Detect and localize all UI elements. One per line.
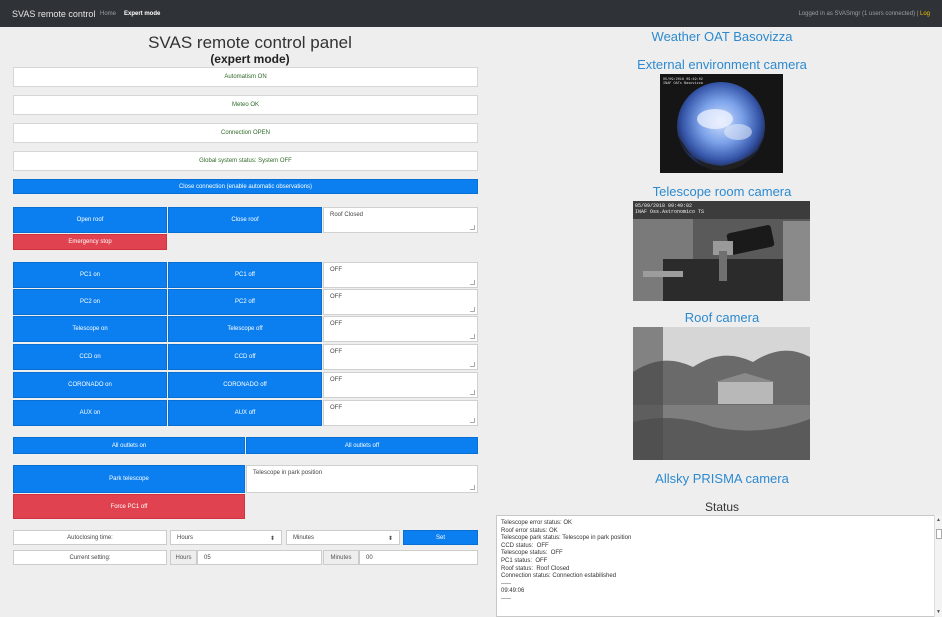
status-line: CCD status: OFF xyxy=(501,542,549,549)
page-subtitle: (expert mode) xyxy=(210,52,290,66)
open-roof-button[interactable]: Open roof xyxy=(13,207,167,233)
status-line: PC1 status: OFF xyxy=(501,557,548,564)
status-log[interactable]: Telescope error status: OK Roof error st… xyxy=(496,515,942,617)
aux-off-button[interactable]: AUX off xyxy=(168,400,322,426)
minutes-current-input[interactable]: 00 xyxy=(359,550,478,565)
ccd-status-field[interactable]: OFF xyxy=(323,344,478,370)
navbar: SVAS remote control Home Expert mode Log… xyxy=(0,0,942,27)
pc1-status-field[interactable]: OFF xyxy=(323,262,478,288)
pc2-on-button[interactable]: PC2 on xyxy=(13,289,167,315)
status-line: Telescope status: OFF xyxy=(501,550,563,557)
scrollbar-thumb[interactable] xyxy=(936,529,942,539)
status-line: Connection status: Connection estabilish… xyxy=(501,573,617,580)
allsky-camera-title[interactable]: Allsky PRISMA camera xyxy=(622,471,822,486)
hours-current-input[interactable]: 05 xyxy=(197,550,322,565)
status-line: ----- xyxy=(501,595,511,602)
external-camera-image[interactable]: 05/09/2018 09:49:02 INAF OATs Basovizza xyxy=(660,74,783,173)
external-overlay-2: INAF OATs Basovizza xyxy=(663,81,703,86)
roof-camera-image[interactable] xyxy=(633,327,810,460)
current-setting-label: Current setting: xyxy=(13,550,167,565)
telescope-off-button[interactable]: Telescope off xyxy=(168,316,322,342)
scroll-up-icon[interactable]: ▲ xyxy=(936,517,941,523)
connection-status: Connection OPEN xyxy=(13,123,478,143)
aux-status-field[interactable]: OFF xyxy=(323,400,478,426)
hours-addon: Hours xyxy=(170,550,197,565)
coronado-status-field[interactable]: OFF xyxy=(323,372,478,398)
coronado-off-button[interactable]: CORONADO off xyxy=(168,372,322,398)
hours-select[interactable]: Hours ⬍ xyxy=(170,530,282,545)
park-telescope-button[interactable]: Park telescope xyxy=(13,465,245,493)
all-outlets-on-button[interactable]: All outlets on xyxy=(13,437,245,454)
coronado-on-button[interactable]: CORONADO on xyxy=(13,372,167,398)
login-status: Logged in as SVASmgr (1 users connected)… xyxy=(798,11,930,17)
pc2-status-field[interactable]: OFF xyxy=(323,289,478,315)
telescope-room-image[interactable]: 05/09/2018 09:49:02 INAF Oss.Astronomico… xyxy=(633,201,810,301)
all-outlets-off-button[interactable]: All outlets off xyxy=(246,437,478,454)
ccd-on-button[interactable]: CCD on xyxy=(13,344,167,370)
minutes-addon: Minutes xyxy=(323,550,359,565)
ccd-off-button[interactable]: CCD off xyxy=(168,344,322,370)
roof-photo xyxy=(633,327,810,460)
scroll-down-icon[interactable]: ▼ xyxy=(936,609,941,615)
set-button[interactable]: Set xyxy=(403,530,478,545)
force-pc1-off-button[interactable]: Force PC1 off xyxy=(13,494,245,519)
status-title: Status xyxy=(704,500,740,514)
global-status: Global system status: System OFF xyxy=(13,151,478,171)
telescope-on-button[interactable]: Telescope on xyxy=(13,316,167,342)
emergency-stop-button[interactable]: Emergency stop xyxy=(13,234,167,250)
external-camera-title[interactable]: External environment camera xyxy=(622,57,822,72)
fisheye-sky-image: 05/09/2018 09:49:02 INAF OATs Basovizza xyxy=(663,77,765,171)
roof-status-field[interactable]: Roof Closed xyxy=(323,207,478,233)
nav-brand[interactable]: SVAS remote control xyxy=(12,9,95,19)
meteo-status: Meteo OK xyxy=(13,95,478,115)
pc1-on-button[interactable]: PC1 on xyxy=(13,262,167,288)
nav-expert-link[interactable]: Expert mode xyxy=(124,11,160,17)
roof-camera-title[interactable]: Roof camera xyxy=(622,310,822,325)
telescope-status-field[interactable]: OFF xyxy=(323,316,478,342)
tel-overlay-2: INAF Oss.Astronomico TS xyxy=(635,209,704,215)
logout-link[interactable]: Log xyxy=(920,11,930,17)
telescope-room-photo: 05/09/2018 09:49:02 INAF Oss.Astronomico… xyxy=(633,201,810,301)
status-line: Roof error status: OK xyxy=(501,527,558,534)
park-status-field[interactable]: Telescope in park position xyxy=(246,465,478,493)
status-line: Roof status: Roof Closed xyxy=(501,565,570,572)
login-text: Logged in as SVASmgr (1 users connected)… xyxy=(798,11,919,17)
automatism-status: Automatism ON xyxy=(13,67,478,87)
minutes-select[interactable]: Minutes ⬍ xyxy=(286,530,400,545)
nav-home-link[interactable]: Home xyxy=(100,11,116,17)
hours-select-value: Hours xyxy=(177,534,194,541)
status-line: Telescope park status: Telescope in park… xyxy=(501,535,632,542)
weather-link[interactable]: Weather OAT Basovizza xyxy=(622,29,822,44)
status-scrollbar[interactable]: ▲ ▼ xyxy=(934,515,942,617)
status-line: Telescope error status: OK xyxy=(501,520,573,526)
status-line: 09:49:06 xyxy=(501,588,525,595)
telescope-room-camera-title[interactable]: Telescope room camera xyxy=(622,184,822,199)
select-caret-icon: ⬍ xyxy=(269,536,275,542)
status-line: ----- xyxy=(501,580,511,587)
pc2-off-button[interactable]: PC2 off xyxy=(168,289,322,315)
minutes-select-value: Minutes xyxy=(293,534,315,541)
aux-on-button[interactable]: AUX on xyxy=(13,400,167,426)
select-caret-icon: ⬍ xyxy=(387,536,393,542)
close-roof-button[interactable]: Close roof xyxy=(168,207,322,233)
page-title: SVAS remote control panel xyxy=(148,33,352,52)
close-connection-button[interactable]: Close connection (enable automatic obser… xyxy=(13,179,478,194)
pc1-off-button[interactable]: PC1 off xyxy=(168,262,322,288)
autoclosing-label: Autoclosing time: xyxy=(13,530,167,545)
